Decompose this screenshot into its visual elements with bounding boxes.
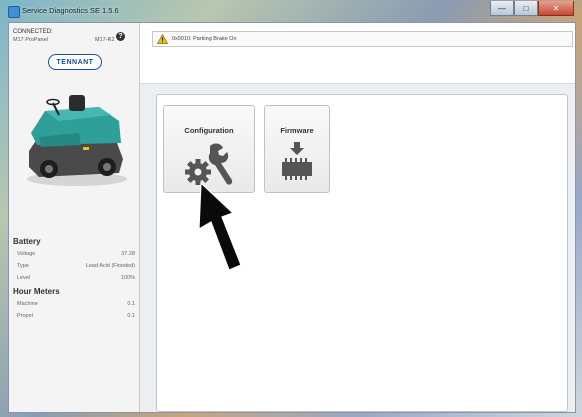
annotation-arrow <box>198 183 242 271</box>
title-bar[interactable]: Service Diagnostics SE 1.5.6 — □ ✕ <box>0 0 582 22</box>
firmware-tile-label: Firmware <box>280 126 314 135</box>
battery-voltage-value: 37.28 <box>121 251 135 257</box>
configuration-tile[interactable]: Configuration <box>163 105 255 193</box>
battery-level-value: 100% <box>120 275 135 281</box>
panel-name: M17 ProPanel <box>13 37 48 43</box>
configuration-tile-label: Configuration <box>184 126 234 135</box>
connection-status: CONNECTED: <box>13 29 53 35</box>
battery-voltage-label: Voltage <box>17 251 36 257</box>
machine-hours-label: Machine <box>17 301 38 307</box>
app-icon <box>8 6 20 18</box>
window-controls: — □ ✕ <box>490 1 574 16</box>
close-button[interactable]: ✕ <box>538 1 574 16</box>
tools-icon <box>185 143 233 185</box>
application-window: Service Diagnostics SE 1.5.6 — □ ✕ CONNE… <box>0 0 582 417</box>
logo-text: TENNANT <box>56 58 94 66</box>
battery-type-label: Type <box>17 263 29 269</box>
battery-level-label: Level <box>17 275 31 281</box>
hour-meters-section-title: Hour Meters <box>13 287 60 296</box>
window-title: Service Diagnostics SE 1.5.6 <box>22 6 119 15</box>
minimize-button[interactable]: — <box>490 1 514 16</box>
firmware-tile[interactable]: Firmware <box>264 105 330 193</box>
battery-section-title: Battery <box>13 237 41 246</box>
header: 0x0010: Parking Brake On <box>140 23 575 84</box>
model-code: M17-R2 <box>95 37 115 43</box>
help-icon[interactable]: ? <box>116 32 125 41</box>
propel-hours-label: Propel <box>17 313 33 319</box>
fault-alert-bar[interactable]: 0x0010: Parking Brake On <box>152 31 573 47</box>
maximize-button[interactable]: □ <box>514 1 538 16</box>
tennant-logo: TENNANT <box>48 54 102 70</box>
client-area: CONNECTED: M17 ProPanel M17-R2 ? TENNANT <box>8 22 576 413</box>
firmware-chip-icon <box>282 142 312 180</box>
machine-image <box>27 95 127 186</box>
propel-hours-value: 0.1 <box>127 313 135 319</box>
warning-icon <box>157 34 168 44</box>
sidebar: CONNECTED: M17 ProPanel M17-R2 ? TENNANT <box>9 23 140 412</box>
machine-hours-value: 0.1 <box>127 301 135 307</box>
alert-text: 0x0010: Parking Brake On <box>172 36 237 42</box>
battery-type-value: Lead Acid (Flooded) <box>85 263 135 269</box>
